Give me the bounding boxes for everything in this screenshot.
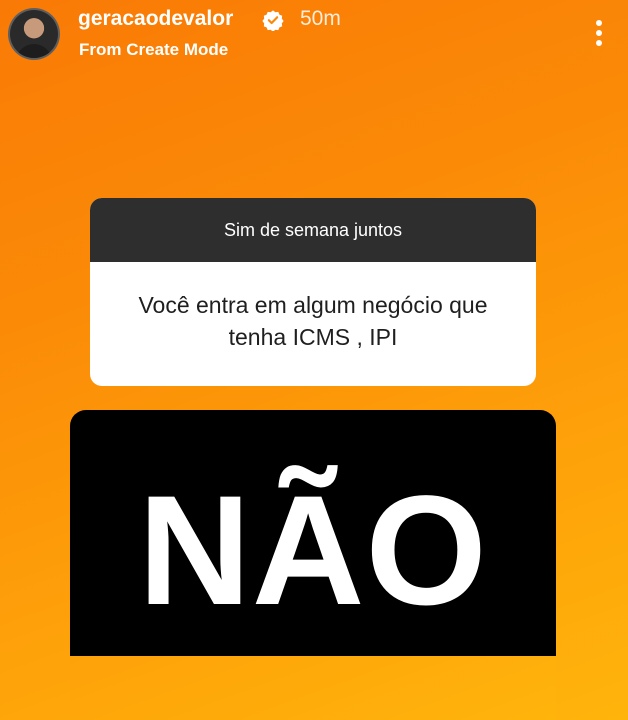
- story-header: geracaodevalor 50m From Create Mode: [0, 0, 628, 70]
- create-mode-label[interactable]: From Create Mode: [79, 40, 228, 60]
- question-text: Você entra em algum negócio que tenha IC…: [138, 292, 488, 350]
- answer-box: NÃO: [70, 410, 556, 720]
- username[interactable]: geracaodevalor: [78, 7, 233, 31]
- more-options-icon[interactable]: [586, 18, 612, 48]
- post-time: 50m: [300, 7, 341, 30]
- more-dot: [596, 30, 602, 36]
- answer-text: NÃO: [138, 464, 488, 638]
- question-sticker-body: Você entra em algum negócio que tenha IC…: [90, 262, 536, 386]
- question-sticker: Sim de semana juntos Você entra em algum…: [90, 198, 536, 386]
- more-dot: [596, 40, 602, 46]
- question-sticker-prompt: Sim de semana juntos: [90, 198, 536, 262]
- profile-avatar[interactable]: [8, 8, 60, 60]
- avatar-silhouette: [16, 44, 52, 58]
- verified-badge-icon: [262, 10, 284, 31]
- more-dot: [596, 20, 602, 26]
- answer-box-bottom-edge: [70, 656, 556, 720]
